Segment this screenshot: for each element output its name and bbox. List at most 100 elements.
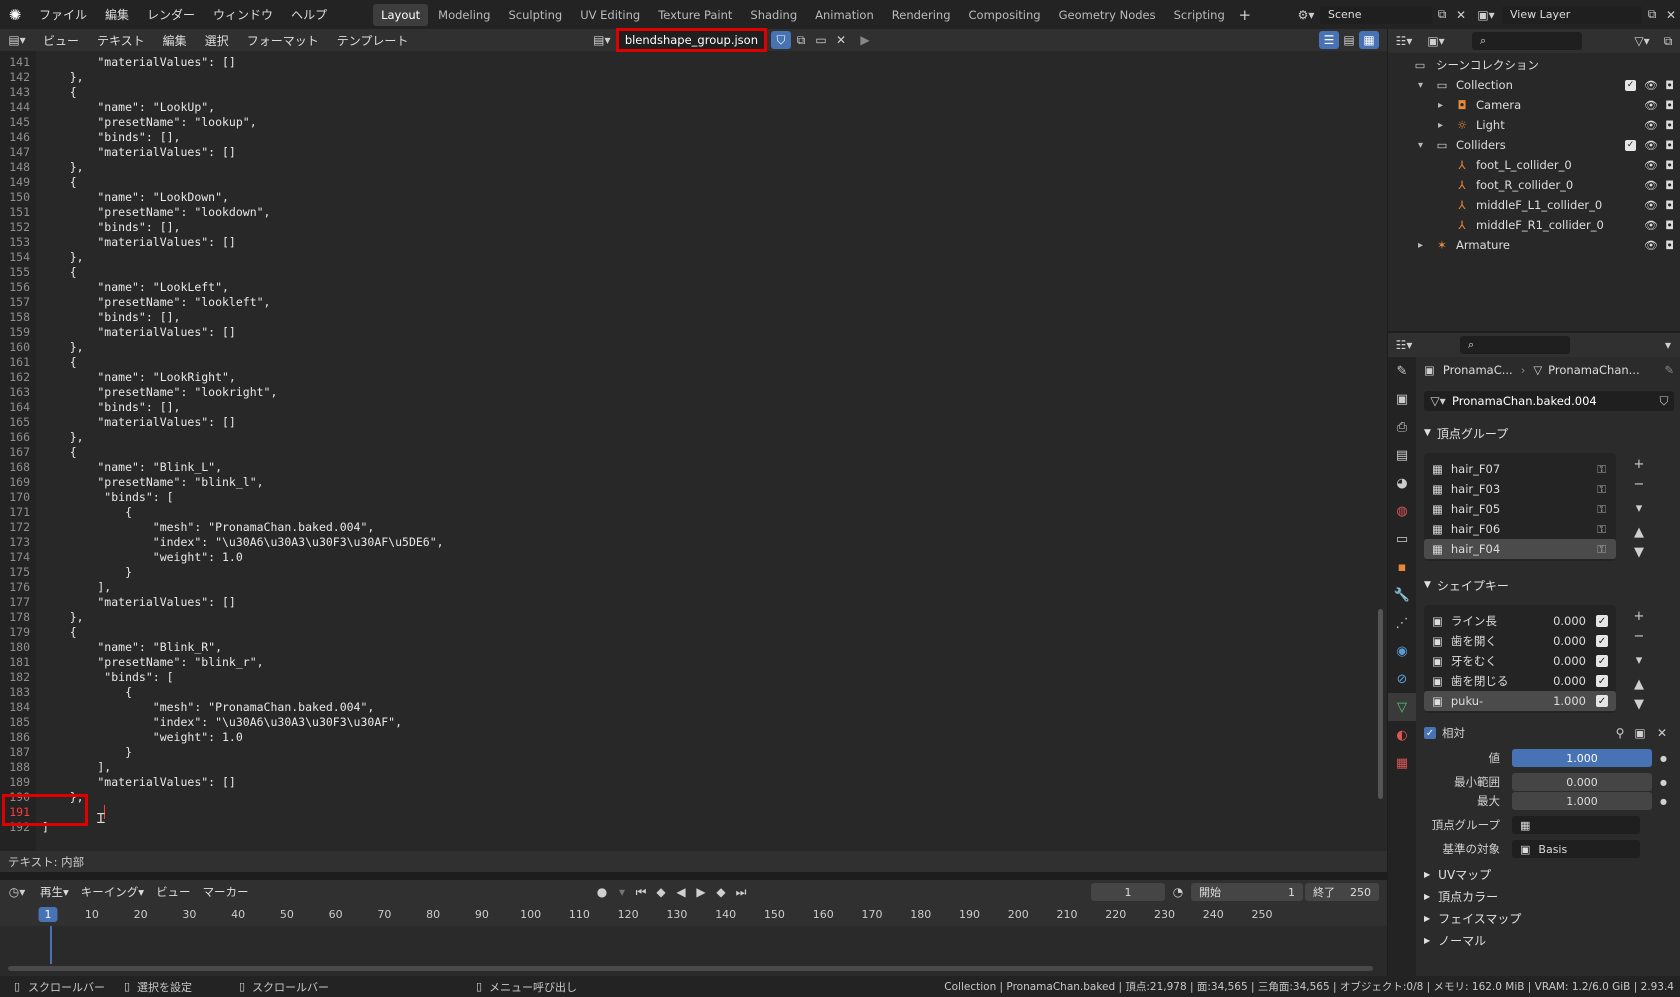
jump-end-icon[interactable]: ⏭ bbox=[731, 885, 751, 900]
scene-field[interactable]: Scene bbox=[1320, 5, 1432, 24]
shape-key-value[interactable]: 0.000 bbox=[1553, 654, 1586, 668]
exclude-checkbox[interactable]: ✓ bbox=[1625, 79, 1636, 91]
workspace-tab-layout[interactable]: Layout bbox=[373, 3, 429, 26]
shape-key-mute-checkbox[interactable]: ✓ bbox=[1596, 695, 1608, 707]
shape-key-value[interactable]: 0.000 bbox=[1553, 634, 1586, 648]
start-frame-field[interactable]: 開始 1 bbox=[1191, 883, 1303, 901]
render-camera-icon[interactable]: ◘ bbox=[1665, 179, 1674, 192]
value-slider[interactable]: 1.000 bbox=[1512, 749, 1652, 767]
visibility-eye-icon[interactable]: 👁 bbox=[1644, 219, 1658, 232]
lock-icon[interactable]: ⚿ bbox=[1597, 482, 1606, 497]
expand-arrow-icon[interactable]: ▸ bbox=[1438, 120, 1454, 131]
code-line[interactable]: "materialValues": [] bbox=[36, 775, 1376, 790]
shape-key-value[interactable]: 0.000 bbox=[1553, 614, 1586, 628]
code-line[interactable]: "name": "Blink_L", bbox=[36, 460, 1376, 475]
blender-logo-icon[interactable]: ✺ bbox=[0, 6, 30, 24]
workspace-tab-scripting[interactable]: Scripting bbox=[1166, 4, 1233, 26]
code-line[interactable]: ], bbox=[36, 580, 1376, 595]
collection-tab-icon[interactable]: ▭ bbox=[1388, 525, 1416, 553]
code-line[interactable]: }, bbox=[36, 250, 1376, 265]
code-line[interactable]: "materialValues": [] bbox=[36, 145, 1376, 160]
outliner-type-icon[interactable]: ☷▾ bbox=[1388, 34, 1420, 48]
code-line[interactable]: "name": "LookRight", bbox=[36, 370, 1376, 385]
workspace-tab-compositing[interactable]: Compositing bbox=[961, 4, 1049, 26]
shape-key-item[interactable]: ▣ 牙をむく 0.000 ✓ bbox=[1424, 651, 1616, 671]
visibility-eye-icon[interactable]: 👁 bbox=[1644, 199, 1658, 212]
relative-checkbox[interactable]: ✓ bbox=[1424, 727, 1436, 739]
workspace-tab-geometry-nodes[interactable]: Geometry Nodes bbox=[1051, 4, 1164, 26]
code-line[interactable]: "name": "LookDown", bbox=[36, 190, 1376, 205]
tool-tab-icon[interactable]: ✎ bbox=[1388, 357, 1416, 385]
code-line[interactable] bbox=[36, 805, 1376, 820]
editor-menu-1[interactable]: テキスト bbox=[88, 32, 154, 49]
menu-1[interactable]: 編集 bbox=[96, 6, 138, 23]
view-layer-tab-icon[interactable]: ▤ bbox=[1388, 441, 1416, 469]
code-line[interactable]: "presetName": "blink_l", bbox=[36, 475, 1376, 490]
workspace-tab-texture-paint[interactable]: Texture Paint bbox=[650, 4, 740, 26]
code-line[interactable]: "index": "\u30A6\u30A3\u30F3\u30AF\u5DE6… bbox=[36, 535, 1376, 550]
new-scene-icon[interactable]: ⧉ bbox=[1432, 7, 1452, 22]
move-down-icon[interactable]: ▼ bbox=[1630, 695, 1648, 713]
display-mode-icon[interactable]: ▣▾ bbox=[1420, 34, 1452, 48]
visibility-eye-icon[interactable]: 👁 bbox=[1644, 179, 1658, 192]
syntax-highlight-toggle-icon[interactable]: ▦ bbox=[1359, 31, 1379, 49]
timeline-editor-type-icon[interactable]: ◷▾ bbox=[0, 885, 34, 899]
visibility-eye-icon[interactable]: 👁 bbox=[1644, 99, 1658, 112]
timeline-menu-3[interactable]: マーカー bbox=[197, 884, 255, 900]
collapsed-panel-header[interactable]: ▶ 頂点カラー bbox=[1416, 885, 1680, 907]
object-tab-icon[interactable]: ▪ bbox=[1388, 553, 1416, 581]
frame-ruler[interactable]: 1 10 20 30 40 50 60 70 80 90 100 110 120 130 140 150 160… bbox=[0, 904, 1387, 926]
code-line[interactable]: } bbox=[36, 745, 1376, 760]
code-line[interactable]: }, bbox=[36, 430, 1376, 445]
code-line[interactable]: { bbox=[36, 175, 1376, 190]
shape-key-edit-mode-icon[interactable]: ⚲ bbox=[1610, 726, 1630, 740]
record-options-icon[interactable]: ▾ bbox=[613, 885, 631, 899]
timeline-menu-1[interactable]: キーイング ▾ bbox=[75, 884, 150, 900]
vertex-group-item[interactable]: ▦ hair_F03 ⚿ bbox=[1424, 479, 1616, 499]
outliner-row-foot-l-collider-0[interactable]: ⅄ foot_L_collider_0 👁 ◘ bbox=[1388, 155, 1680, 175]
add-vertex-group-icon[interactable]: + bbox=[1630, 455, 1648, 473]
expand-arrow-icon[interactable]: ▸ bbox=[1418, 240, 1434, 251]
collapsed-panel-header[interactable]: ▶ フェイスマップ bbox=[1416, 907, 1680, 929]
outliner-row-collection[interactable]: ▾ ▭ Collection ✓ 👁 ◘ bbox=[1388, 75, 1680, 95]
word-wrap-toggle-icon[interactable]: ▤ bbox=[1339, 33, 1359, 47]
code-area[interactable]: "materialValues": [] }, { "name": "LookU… bbox=[36, 51, 1376, 851]
properties-type-icon[interactable]: ☷▾ bbox=[1388, 338, 1420, 352]
workspace-tab-animation[interactable]: Animation bbox=[807, 4, 882, 26]
timeline-menu-2[interactable]: ビュー bbox=[150, 884, 197, 900]
next-keyframe-icon[interactable]: ◆ bbox=[711, 885, 731, 899]
render-camera-icon[interactable]: ◘ bbox=[1665, 139, 1674, 152]
shape-key-mute-checkbox[interactable]: ✓ bbox=[1596, 655, 1608, 667]
shape-key-list[interactable]: ▣ ライン長 0.000 ✓ ▣ 歯を開く 0.000 ✓ ▣ 牙をむく 0.000 ✓ ▣ 歯を閉じる 0… bbox=[1424, 605, 1616, 713]
timeline-menu-0[interactable]: 再生 ▾ bbox=[34, 884, 75, 900]
jump-start-icon[interactable]: ⏮ bbox=[631, 885, 651, 900]
unlink-text-icon[interactable]: ✕ bbox=[831, 33, 851, 47]
mesh-datablock-field[interactable]: ▽▾ PronamaChan.baked.004 ⛉ bbox=[1424, 391, 1674, 411]
code-line[interactable]: "index": "\u30A6\u30A3\u30F3\u30AF", bbox=[36, 715, 1376, 730]
editor-menu-3[interactable]: 選択 bbox=[196, 32, 238, 49]
render-camera-icon[interactable]: ◘ bbox=[1665, 159, 1674, 172]
delete-scene-icon[interactable]: ✕ bbox=[1452, 8, 1470, 22]
vertex-group-item[interactable]: ▦ hair_F07 ⚿ bbox=[1424, 459, 1616, 479]
mesh-browse-icon[interactable]: ▽▾ bbox=[1424, 394, 1452, 408]
texture-tab-icon[interactable]: ▦ bbox=[1388, 749, 1416, 777]
add-shape-key-icon[interactable]: + bbox=[1630, 607, 1648, 625]
editor-menu-0[interactable]: ビュー bbox=[34, 32, 88, 49]
particles-tab-icon[interactable]: ⋰ bbox=[1388, 609, 1416, 637]
vertex-group-item[interactable]: ▦ hair_F05 ⚿ bbox=[1424, 499, 1616, 519]
vertex-group-field[interactable]: ▦ bbox=[1512, 816, 1640, 834]
shape-key-value[interactable]: 0.000 bbox=[1553, 674, 1586, 688]
fake-user-icon[interactable]: ⛉ bbox=[1654, 394, 1674, 409]
menu-2[interactable]: レンダー bbox=[138, 6, 204, 23]
modifier-tab-icon[interactable]: 🔧 bbox=[1388, 581, 1416, 609]
timeline-body[interactable]: 1 10 20 30 40 50 60 70 80 90 100 110 120 130 140 150 160… bbox=[0, 904, 1387, 976]
code-line[interactable]: "presetName": "lookleft", bbox=[36, 295, 1376, 310]
code-line[interactable]: { bbox=[36, 505, 1376, 520]
workspace-tab-uv-editing[interactable]: UV Editing bbox=[572, 4, 648, 26]
shape-key-item[interactable]: ▣ ライン長 0.000 ✓ bbox=[1424, 611, 1616, 631]
visibility-eye-icon[interactable]: 👁 bbox=[1644, 79, 1658, 92]
shape-key-lock-icon[interactable]: ▣ bbox=[1630, 726, 1650, 740]
shape-key-item[interactable]: ▣ 歯を閉じる 0.000 ✓ bbox=[1424, 671, 1616, 691]
lock-icon[interactable]: ⚿ bbox=[1597, 522, 1606, 537]
outliner-row-middlef-r1-collider-0[interactable]: ⅄ middleF_R1_collider_0 👁 ◘ bbox=[1388, 215, 1680, 235]
